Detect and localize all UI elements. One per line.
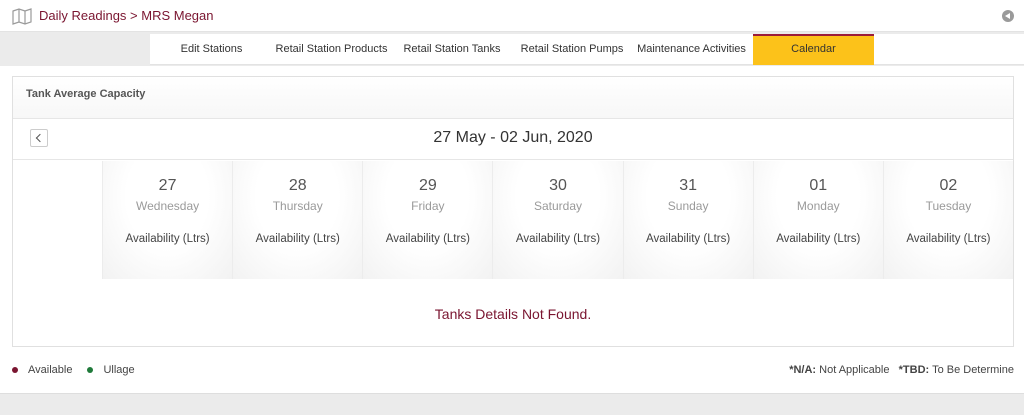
availability-label: Availability (Ltrs) xyxy=(385,233,470,245)
legend-label: Ullage xyxy=(103,364,135,376)
panel-title: Tank Average Capacity xyxy=(26,88,146,100)
availability-label: Availability (Ltrs) xyxy=(776,233,861,245)
availability-label: Availability (Ltrs) xyxy=(515,233,601,245)
tab-bar: Edit Stations Retail Station Products Re… xyxy=(150,34,1024,65)
legend-label: Available xyxy=(28,364,73,376)
map-icon xyxy=(12,8,32,25)
day-column: 31 Sunday Availability (Ltrs) xyxy=(623,161,754,279)
day-name: Friday xyxy=(411,199,445,213)
back-arrow-icon[interactable] xyxy=(1002,10,1014,22)
tank-capacity-panel: Tank Average Capacity 27 May - 02 Jun, 2… xyxy=(12,76,1014,347)
day-name: Thursday xyxy=(272,199,323,213)
tab-retail-station-pumps[interactable]: Retail Station Pumps xyxy=(514,34,630,65)
day-number: 27 xyxy=(158,177,177,194)
tab-maintenance-activities[interactable]: Maintenance Activities xyxy=(630,34,753,65)
available-dot-icon xyxy=(12,367,18,373)
tab-retail-station-products[interactable]: Retail Station Products xyxy=(273,34,390,65)
legend-item-available: Available xyxy=(12,364,72,376)
availability-label: Availability (Ltrs) xyxy=(125,233,210,245)
week-navigation: 27 May - 02 Jun, 2020 xyxy=(13,120,1013,160)
empty-state-message: Tanks Details Not Found. xyxy=(434,306,592,322)
day-number: 29 xyxy=(418,177,437,194)
day-column: 28 Thursday Availability (Ltrs) xyxy=(233,161,364,279)
day-column: 29 Friday Availability (Ltrs) xyxy=(363,161,494,279)
page-footer xyxy=(0,393,1024,415)
panel-header: Tank Average Capacity xyxy=(13,77,1013,119)
day-number: 30 xyxy=(549,177,567,194)
abbreviation-notes: *N/A: Not Applicable *TBD: To Be Determi… xyxy=(789,364,1014,376)
availability-label: Availability (Ltrs) xyxy=(255,233,340,245)
day-name: Wednesday xyxy=(135,199,200,213)
tab-retail-station-tanks[interactable]: Retail Station Tanks xyxy=(390,34,514,65)
day-column: 02 Tuesday Availability (Ltrs) xyxy=(883,161,1013,279)
day-name: Tuesday xyxy=(925,199,972,213)
legend: Available Ullage xyxy=(12,364,150,376)
breadcrumb[interactable]: Daily Readings > MRS Megan xyxy=(39,8,214,23)
tbd-value: To Be Determine xyxy=(932,364,1014,376)
tbd-key: *TBD: xyxy=(898,364,930,376)
tab-edit-stations[interactable]: Edit Stations xyxy=(150,34,273,65)
day-column: 01 Monday Availability (Ltrs) xyxy=(753,161,884,279)
tab-calendar[interactable]: Calendar xyxy=(753,34,874,65)
day-name: Monday xyxy=(796,199,840,213)
legend-item-ullage: Ullage xyxy=(87,364,135,376)
ullage-dot-icon xyxy=(87,367,94,373)
day-number: 31 xyxy=(679,177,698,194)
availability-label: Availability (Ltrs) xyxy=(906,233,991,245)
na-value: Not Applicable xyxy=(819,364,890,376)
date-range: 27 May - 02 Jun, 2020 xyxy=(433,129,593,146)
day-number: 01 xyxy=(809,177,828,194)
day-name: Sunday xyxy=(667,199,709,213)
day-name: Saturday xyxy=(533,199,582,213)
na-key: *N/A: xyxy=(789,364,817,376)
availability-label: Availability (Ltrs) xyxy=(646,233,731,245)
day-number: 02 xyxy=(939,177,958,194)
day-column: 27 Wednesday Availability (Ltrs) xyxy=(103,161,234,279)
day-number: 28 xyxy=(288,177,307,194)
calendar-days: 27 Wednesday Availability (Ltrs) 28 Thur… xyxy=(102,161,1013,279)
chevron-left-icon[interactable] xyxy=(30,129,48,147)
page-header: Daily Readings > MRS Megan xyxy=(0,0,1024,32)
day-column: 30 Saturday Availability (Ltrs) xyxy=(493,161,624,279)
